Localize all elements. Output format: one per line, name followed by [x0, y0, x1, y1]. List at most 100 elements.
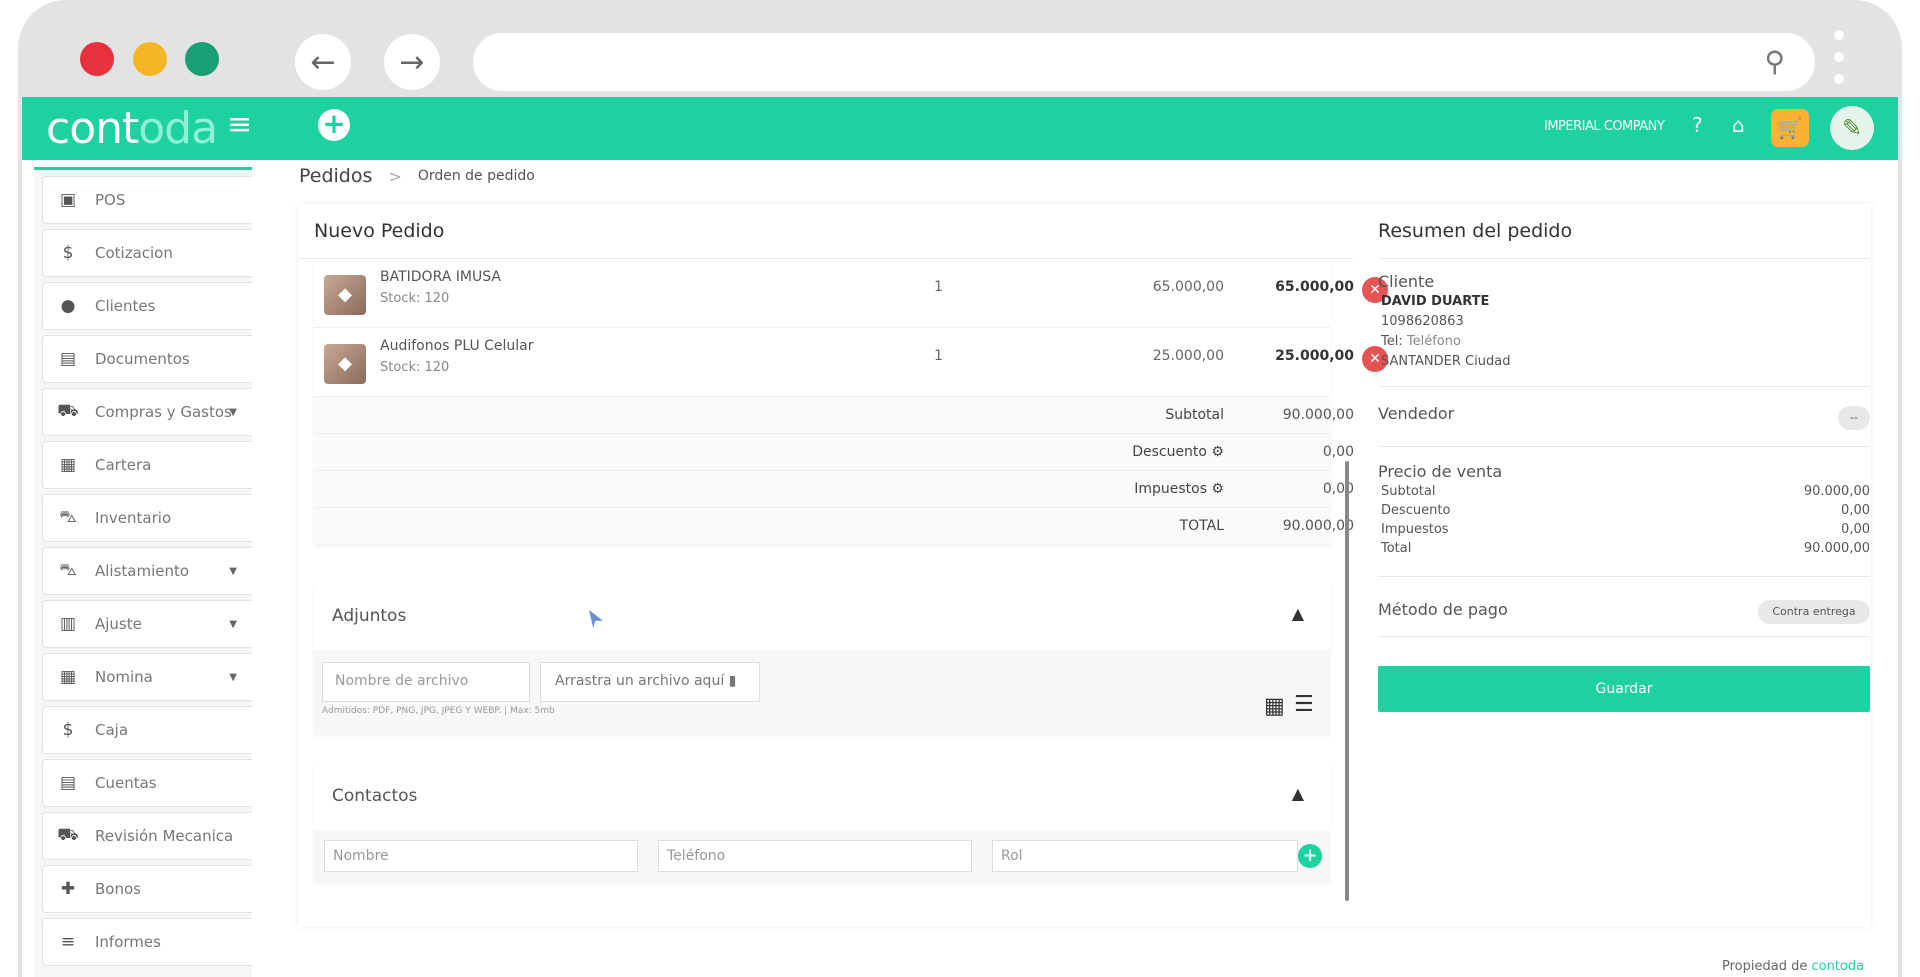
bus-icon: ⛟: [57, 825, 79, 845]
summary-taxes-label: Impuestos: [1381, 522, 1449, 537]
sidebar-item-documentos[interactable]: ▤ Documentos: [42, 335, 252, 383]
avatar[interactable]: ✎: [1830, 106, 1874, 150]
summary-subtotal-value: 90.000,00: [1803, 484, 1870, 499]
back-button[interactable]: ←: [295, 34, 351, 90]
save-button[interactable]: Guardar: [1378, 666, 1870, 712]
sidebar-item-label: Cartera: [95, 456, 152, 474]
table-row: ◆ BATIDORA IMUSA Stock: 120 1 65.000,00 …: [314, 259, 1388, 328]
sidebar-item-label: Cotizacion: [95, 244, 173, 262]
summary-discount-label: Descuento: [1381, 503, 1451, 518]
hand-money-icon: $: [62, 720, 74, 740]
add-contact-icon[interactable]: +: [1298, 844, 1322, 868]
car-icon: ⛍: [59, 507, 77, 527]
attachments-header[interactable]: Adjuntos ▲: [314, 584, 1330, 650]
sidebar-item-cuentas[interactable]: ▤ Cuentas: [42, 759, 252, 807]
total-value: 90.000,00: [1282, 518, 1354, 534]
footer-brand-link[interactable]: contoda: [1811, 959, 1864, 974]
sidebar-item-label: Cuentas: [95, 774, 157, 792]
sale-price-label: Precio de venta: [1378, 462, 1503, 481]
drop-zone-label: Arrastra un archivo aquí: [555, 673, 725, 689]
sidebar-item-inventario[interactable]: ⛍ Inventario: [42, 494, 252, 542]
forward-button[interactable]: →: [384, 34, 440, 90]
sidebar-item-caja[interactable]: $ Caja: [42, 706, 252, 754]
cart-icon[interactable]: 🛒: [1771, 109, 1809, 147]
sidebar-item-compras-y-gastos[interactable]: ⛟ Compras y Gastos ▼: [42, 388, 252, 436]
sidebar-item-cotizacion[interactable]: $ Cotizacion: [42, 229, 252, 277]
product-name: BATIDORA IMUSA: [380, 269, 501, 285]
logo-text: cont: [46, 103, 139, 154]
seller-selector[interactable]: --: [1838, 406, 1870, 430]
sidebar-item-revision-mecanica[interactable]: ⛟ Revisión Mecanica: [42, 812, 252, 860]
sidebar-item-label: Documentos: [95, 350, 190, 368]
subtotal-value: 90.000,00: [1282, 407, 1354, 423]
chevron-down-icon: ▼: [229, 671, 237, 683]
logo[interactable]: contoda: [46, 103, 218, 154]
hamburger-menu-icon[interactable]: ≡: [227, 107, 252, 142]
company-name[interactable]: IMPERIAL COMPANY: [1544, 119, 1665, 134]
contacts-header[interactable]: Contactos ▲: [314, 764, 1330, 830]
discount-value: 0,00: [1322, 444, 1354, 460]
sidebar-item-clientes[interactable]: ● Clientes: [42, 282, 252, 330]
scrollbar[interactable]: [1345, 461, 1349, 901]
browser-menu-icon[interactable]: [1834, 30, 1844, 84]
grid-view-icon[interactable]: ▦: [1264, 694, 1285, 719]
summary-subtotal-label: Subtotal: [1381, 484, 1436, 499]
payment-method-selector[interactable]: Contra entrega: [1758, 600, 1870, 624]
filename-input[interactable]: Nombre de archivo: [322, 662, 530, 702]
home-icon[interactable]: ⌂: [1732, 113, 1745, 137]
summary-total-label: Total: [1381, 541, 1412, 556]
product-total: 65.000,00: [1275, 279, 1354, 295]
seller-label: Vendedor: [1378, 404, 1455, 423]
browser-window: ← → ⚲ contoda ≡ + IMPERIAL COMPANY ? ⌂ 🛒…: [18, 0, 1902, 977]
sidebar-item-informes[interactable]: ≡ Informes: [42, 918, 252, 966]
order-items-table: ◆ BATIDORA IMUSA Stock: 120 1 65.000,00 …: [314, 259, 1388, 544]
list-icon: ≡: [60, 932, 76, 952]
attachments-title: Adjuntos: [332, 606, 407, 626]
sidebar-item-label: Alistamiento: [95, 562, 190, 580]
contact-name-input[interactable]: Nombre: [324, 840, 638, 872]
sidebar-item-pos[interactable]: ▣ POS: [42, 176, 252, 224]
chevron-up-icon[interactable]: ▲: [1292, 784, 1304, 803]
contact-phone-input[interactable]: Teléfono: [658, 840, 972, 872]
logo-text-light: oda: [138, 103, 218, 154]
client-name: DAVID DUARTE: [1381, 294, 1490, 309]
maximize-window-dot[interactable]: [185, 42, 219, 76]
add-circle-icon[interactable]: +: [318, 109, 350, 141]
file-drop-zone[interactable]: Arrastra un archivo aquí ▮: [540, 662, 760, 702]
list-view-icon[interactable]: ☰: [1294, 692, 1314, 717]
help-icon[interactable]: ?: [1692, 113, 1703, 137]
product-quantity[interactable]: 1: [934, 279, 943, 295]
sidebar-item-bonos[interactable]: ✚ Bonos: [42, 865, 252, 913]
sidebar-item-label: Inventario: [95, 509, 172, 527]
id-card-icon: ▦: [59, 667, 77, 687]
sidebar-item-label: Clientes: [95, 297, 156, 315]
sidebar-item-nomina[interactable]: ▦ Nomina ▼: [42, 653, 252, 701]
table-row: ◆ Audifonos PLU Celular Stock: 120 1 25.…: [314, 328, 1388, 397]
sidebar-item-label: Nomina: [95, 668, 153, 686]
sidebar-item-label: POS: [95, 191, 126, 209]
contact-role-input[interactable]: Rol: [992, 840, 1298, 872]
chevron-down-icon: ▼: [229, 618, 237, 630]
sidebar-item-cartera[interactable]: ▦ Cartera: [42, 441, 252, 489]
breadcrumb: Pedidos > Orden de pedido: [299, 165, 535, 187]
arrow-right-icon: →: [399, 44, 425, 80]
car-icon: ⛍: [59, 560, 77, 580]
attachments-panel: Adjuntos ▲ Nombre de archivo Arrastra un…: [314, 584, 1330, 734]
breadcrumb-current: Orden de pedido: [417, 168, 535, 184]
sidebar-item-ajuste[interactable]: ▥ Ajuste ▼: [42, 600, 252, 648]
breadcrumb-pedidos[interactable]: Pedidos: [299, 165, 372, 187]
client-phone-value: Teléfono: [1406, 334, 1461, 349]
product-image: ◆: [324, 344, 366, 384]
minimize-window-dot[interactable]: [133, 42, 167, 76]
chevron-up-icon[interactable]: ▲: [1292, 604, 1304, 623]
sidebar-item-label: Compras y Gastos: [95, 403, 232, 421]
gift-icon: ✚: [60, 879, 76, 899]
footer-text: Propiedad de: [1722, 959, 1808, 974]
search-icon[interactable]: ⚲: [1764, 45, 1785, 78]
close-window-dot[interactable]: [80, 42, 114, 76]
product-quantity[interactable]: 1: [934, 348, 943, 364]
chevron-down-icon: ▼: [229, 406, 237, 418]
summary-total-value: 90.000,00: [1803, 541, 1870, 556]
sidebar-item-alistamiento[interactable]: ⛍ Alistamiento ▼: [42, 547, 252, 595]
address-bar[interactable]: ⚲: [473, 33, 1815, 91]
